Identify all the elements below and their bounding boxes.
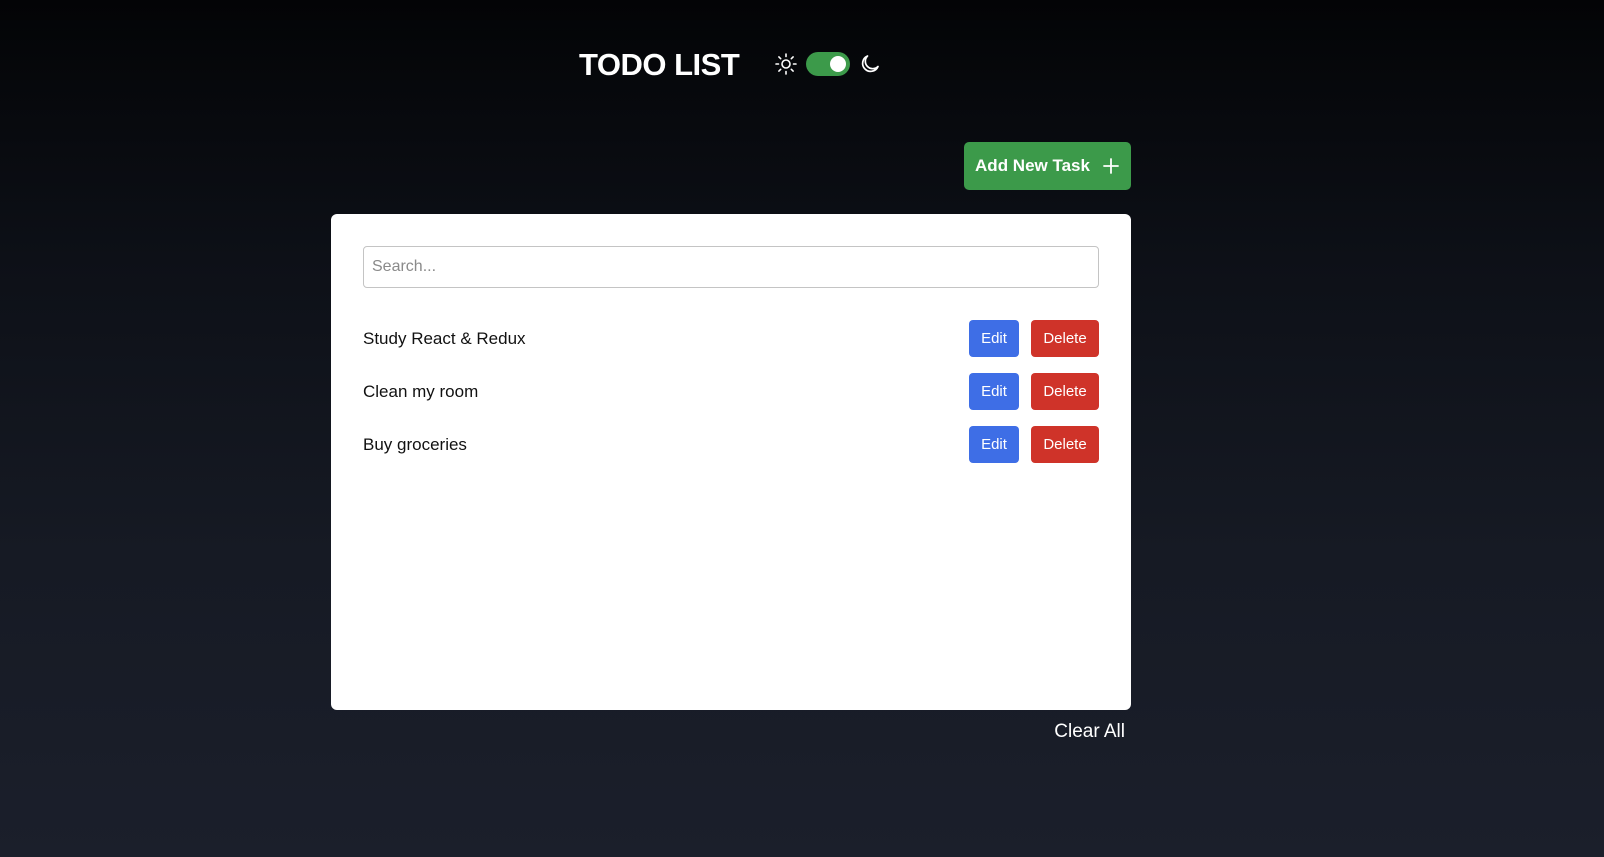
task-actions: Edit Delete <box>969 426 1099 463</box>
clear-all-button[interactable]: Clear All <box>1040 719 1125 745</box>
switch-knob <box>830 56 846 72</box>
theme-toggle <box>774 52 882 76</box>
edit-button[interactable]: Edit <box>969 373 1019 410</box>
task-card: Study React & Redux Edit Delete Clean my… <box>331 214 1131 710</box>
dark-mode-switch[interactable] <box>806 52 850 76</box>
task-row: Study React & Redux Edit Delete <box>363 320 1099 357</box>
delete-button[interactable]: Delete <box>1031 320 1099 357</box>
task-text: Buy groceries <box>363 434 467 454</box>
sun-icon <box>774 52 798 76</box>
task-text: Study React & Redux <box>363 328 526 348</box>
delete-button[interactable]: Delete <box>1031 373 1099 410</box>
page-title: TODO LIST <box>579 47 740 82</box>
add-new-task-button[interactable]: Add New Task <box>964 142 1131 190</box>
edit-button[interactable]: Edit <box>969 320 1019 357</box>
task-actions: Edit Delete <box>969 320 1099 357</box>
task-row: Clean my room Edit Delete <box>363 373 1099 410</box>
edit-button[interactable]: Edit <box>969 426 1019 463</box>
moon-icon <box>858 52 882 76</box>
search-input[interactable] <box>363 246 1099 288</box>
task-list: Study React & Redux Edit Delete Clean my… <box>363 320 1099 463</box>
plus-icon <box>1102 157 1120 175</box>
delete-button[interactable]: Delete <box>1031 426 1099 463</box>
task-actions: Edit Delete <box>969 373 1099 410</box>
add-new-task-label: Add New Task <box>975 156 1090 175</box>
task-row: Buy groceries Edit Delete <box>363 426 1099 463</box>
task-text: Clean my room <box>363 381 479 401</box>
app-header: TODO LIST <box>0 40 1604 90</box>
